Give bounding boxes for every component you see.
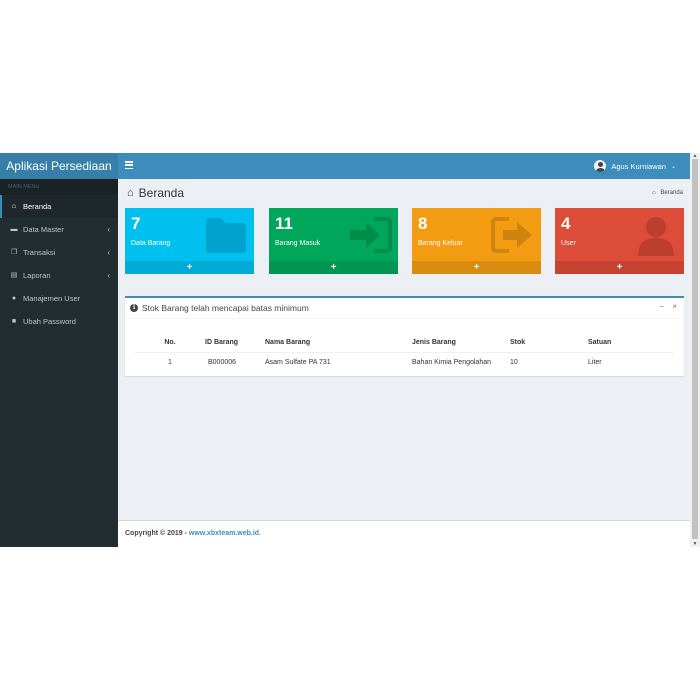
sidebar-item-label: Transaksi: [23, 248, 56, 257]
sidebar-item-label: Laporan: [23, 271, 51, 280]
close-icon[interactable]: ×: [672, 302, 677, 311]
home-icon: ⌂: [11, 203, 17, 210]
user-menu[interactable]: Agus Kurniawan ⌄: [594, 159, 676, 173]
column-header-stok: Stok: [510, 334, 588, 353]
column-header-jenis-barang: Jenis Barang: [412, 334, 510, 353]
column-header-id-barang: ID Barang: [205, 334, 265, 353]
footer-link[interactable]: www.xbxteam.web.id: [189, 530, 259, 537]
stat-box-footer-button[interactable]: +: [125, 261, 254, 274]
sidebar-item-label: Beranda: [23, 202, 52, 211]
sidebar-item-label: Manajemen User: [23, 294, 81, 303]
hamburger-icon[interactable]: [125, 161, 134, 171]
stat-box-barang-keluar: 8 Barang Keluar +: [412, 208, 541, 274]
sign-in-icon: [350, 217, 392, 253]
cell-stok: 10: [510, 358, 518, 366]
stat-box-user: 4 User +: [555, 208, 684, 274]
home-icon: ⌂: [652, 190, 656, 196]
copyright-text: Copyright © 2019 -: [125, 530, 187, 537]
stat-box-footer-button[interactable]: +: [412, 261, 541, 274]
panel-header: i Stok Barang telah mencapai batas minim…: [125, 298, 684, 319]
minimize-icon[interactable]: −: [659, 302, 664, 311]
chevron-left-icon: ‹: [107, 225, 110, 234]
cell-jenis-barang: Bahan Kimia Pengolahan: [412, 358, 492, 366]
cell-nama-barang: Asam Sulfate PA 731: [265, 358, 331, 366]
folder-icon: [206, 218, 246, 253]
sidebar-item-ubah-password[interactable]: ■ Ubah Password: [0, 310, 118, 333]
sidebar-header: MAIN MENU: [0, 179, 118, 195]
footer-end: .: [259, 530, 262, 537]
stat-box-barang-masuk: 11 Barang Masuk +: [269, 208, 398, 274]
panel-tools: − ×: [653, 302, 677, 311]
clone-icon: ❐: [10, 249, 18, 256]
sidebar-item-transaksi[interactable]: ❐ Transaksi ‹: [0, 241, 118, 264]
stat-label: Barang Keluar: [418, 240, 463, 247]
stat-label: User: [561, 240, 576, 247]
home-icon: ⌂: [127, 187, 134, 199]
stat-count: 4: [561, 214, 571, 233]
min-stock-table: No. ID Barang Nama Barang Jenis Barang S…: [135, 334, 674, 372]
breadcrumb: ⌂ Beranda: [652, 190, 683, 196]
chevron-left-icon: ‹: [107, 248, 110, 257]
share-icon: [491, 217, 532, 253]
stat-label: Barang Masuk: [275, 240, 321, 247]
folder-icon: ▬: [10, 226, 18, 233]
stat-label: Data Barang: [131, 240, 171, 247]
page-footer: Copyright © 2019 - www.xbxteam.web.id.: [118, 520, 690, 547]
min-stock-panel: i Stok Barang telah mencapai batas minim…: [125, 296, 684, 376]
file-icon: ▤: [10, 272, 18, 279]
user-icon: [638, 217, 674, 256]
table-row: 1 B000006 Asam Sulfate PA 731 Bahan Kimi…: [135, 352, 674, 372]
vertical-scrollbar[interactable]: ▲ ▼: [690, 153, 700, 547]
breadcrumb-item[interactable]: Beranda: [660, 190, 683, 196]
lock-icon: ■: [11, 318, 17, 325]
sidebar: MAIN MENU ⌂ Beranda ▬ Data Master ‹ ❐ Tr…: [0, 179, 118, 547]
user-icon: ●: [11, 295, 17, 302]
stat-box-data-barang: 7 Data Barang +: [125, 208, 254, 274]
stat-box-footer-button[interactable]: +: [555, 261, 684, 274]
column-header-satuan: Satuan: [588, 334, 674, 353]
panel-title: Stok Barang telah mencapai batas minimum: [142, 303, 309, 313]
cell-no: 1: [168, 358, 172, 366]
stat-count: 11: [275, 214, 293, 233]
stat-count: 8: [418, 214, 428, 233]
chevron-left-icon: ‹: [107, 271, 110, 280]
sidebar-item-label: Ubah Password: [23, 317, 76, 326]
stat-count: 7: [131, 214, 141, 233]
cell-id-barang: B000006: [208, 358, 237, 366]
app-logo[interactable]: Aplikasi Persediaan: [0, 153, 118, 179]
top-navbar: Agus Kurniawan ⌄: [118, 153, 700, 179]
sidebar-item-beranda[interactable]: ⌂ Beranda: [0, 195, 118, 218]
page-title-text: Beranda: [138, 186, 185, 200]
info-icon: i: [130, 304, 138, 312]
app-window: Aplikasi Persediaan Agus Kurniawan ⌄ MAI…: [0, 153, 700, 547]
scrollbar-thumb[interactable]: [692, 159, 698, 539]
sidebar-item-manajemen-user[interactable]: ● Manajemen User: [0, 287, 118, 310]
sidebar-item-label: Data Master: [23, 225, 64, 234]
column-header-no: No.: [135, 334, 205, 353]
avatar: [594, 160, 607, 172]
cell-satuan: Liter: [588, 358, 602, 366]
scroll-down-icon[interactable]: ▼: [690, 541, 700, 547]
table-header-row: No. ID Barang Nama Barang Jenis Barang S…: [135, 334, 674, 353]
sidebar-item-laporan[interactable]: ▤ Laporan ‹: [0, 264, 118, 287]
column-header-nama-barang: Nama Barang: [265, 334, 412, 353]
stat-box-footer-button[interactable]: +: [269, 261, 398, 274]
page-title: ⌂ Beranda: [127, 186, 184, 200]
content-area: ⌂ Beranda ⌂ Beranda 7 Data Barang + 11 B…: [118, 179, 690, 520]
user-name: Agus Kurniawan: [611, 161, 666, 171]
sidebar-item-data-master[interactable]: ▬ Data Master ‹: [0, 218, 118, 241]
chevron-down-icon: ⌄: [670, 163, 676, 170]
